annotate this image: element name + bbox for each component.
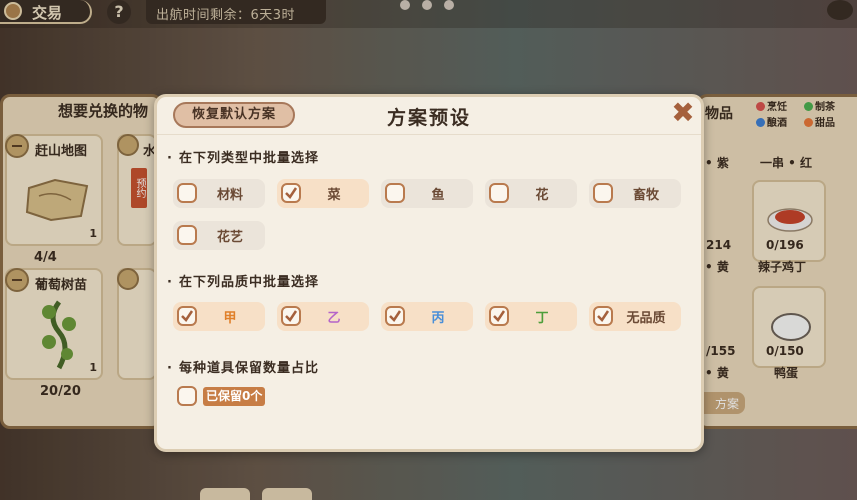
check-icon [597,310,610,322]
check-icon [493,310,506,322]
check-icon [181,310,194,322]
type-chip-dish[interactable]: 菜 [277,179,369,208]
plan-preset-dialog: 恢复默认方案 方案预设 ✖ · 在下列类型中批量选择 材料 菜 鱼 花 畜牧 花艺… [154,94,704,452]
dialog-title: 方案预设 [387,107,472,129]
chip-label: 无品质 [626,311,666,326]
checkbox[interactable] [593,306,613,326]
type-chip-floral-art[interactable]: 花艺 [173,221,265,250]
quality-chip-yi[interactable]: 乙 [277,302,369,331]
retain-checkbox[interactable] [177,386,197,406]
type-chip-fish[interactable]: 鱼 [381,179,473,208]
checkbox[interactable] [385,306,405,326]
checkbox[interactable] [385,183,405,203]
check-icon [285,310,298,322]
reset-default-button[interactable]: 恢复默认方案 [173,102,295,128]
quality-chip-bing[interactable]: 丙 [381,302,473,331]
chip-label: 丁 [535,311,549,326]
section-retain-label: · 每种道具保留数量占比 [167,361,319,376]
checkbox[interactable] [593,183,613,203]
close-icon[interactable]: ✖ [671,99,695,127]
quality-chip-none[interactable]: 无品质 [589,302,681,331]
type-chip-flower[interactable]: 花 [485,179,577,208]
chip-label: 甲 [223,311,237,326]
checkbox[interactable] [177,306,197,326]
chip-label: 鱼 [431,188,445,203]
checkbox[interactable] [281,306,301,326]
section-type-label: · 在下列类型中批量选择 [167,151,319,166]
checkbox[interactable] [281,183,301,203]
check-icon [389,310,402,322]
check-icon [285,187,298,199]
type-chip-livestock[interactable]: 畜牧 [589,179,681,208]
checkbox[interactable] [489,183,509,203]
section-quality-label: · 在下列品质中批量选择 [167,275,319,290]
chip-label: 花艺 [216,230,243,245]
chip-label: 丙 [431,311,445,326]
chip-label: 乙 [327,311,341,326]
checkbox[interactable] [177,183,197,203]
retain-count-tag: 已保留0个 [203,387,266,406]
checkbox[interactable] [489,306,509,326]
type-chip-material[interactable]: 材料 [173,179,265,208]
dialog-header: 恢复默认方案 方案预设 ✖ [157,97,701,135]
chip-label: 花 [535,188,549,203]
quality-chip-ding[interactable]: 丁 [485,302,577,331]
chip-label: 材料 [216,188,243,203]
checkbox[interactable] [177,225,197,245]
chip-label: 菜 [327,188,341,203]
quality-chip-jia[interactable]: 甲 [173,302,265,331]
chip-label: 畜牧 [632,188,659,203]
